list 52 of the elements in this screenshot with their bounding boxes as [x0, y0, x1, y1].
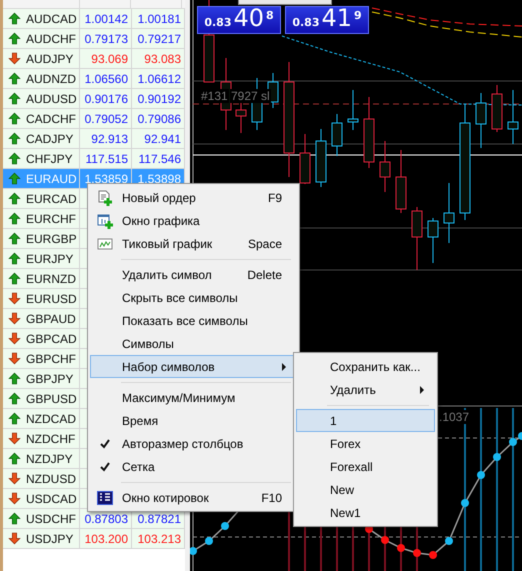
- symbol-name: EURCAD: [26, 192, 77, 206]
- symbol-name: USDJPY: [26, 532, 74, 546]
- symbol-name: EURNZD: [26, 272, 76, 286]
- order-label: #131: [200, 89, 229, 103]
- bid-price: 1.53859: [84, 172, 128, 186]
- level-label: .1037: [438, 410, 470, 424]
- bid-price: 0.79173: [84, 32, 128, 46]
- ask-price: 103.213: [138, 532, 181, 546]
- symbol-name: GBPUSD: [26, 392, 77, 406]
- ask-price: 0.79086: [138, 112, 181, 126]
- symbol-name: EURJPY: [26, 252, 74, 266]
- bid-price: 93.069: [91, 52, 128, 66]
- ask-price: 117.546: [138, 152, 181, 166]
- ask-price: 1.00181: [138, 12, 181, 26]
- symbol-name: EURGBP: [26, 232, 77, 246]
- symbol-name: NZDJPY: [26, 452, 73, 466]
- symbol-name: AUDJPY: [26, 52, 74, 66]
- symbol-name: CHFJPY: [26, 152, 73, 166]
- bid-price: 0.90176: [84, 92, 128, 106]
- symbol-name: EURUSD: [26, 292, 77, 306]
- ask-price: 0.87821: [138, 512, 181, 526]
- ask-price: 0.90192: [138, 92, 181, 106]
- order-label: 7927 sl: [230, 89, 271, 103]
- symbol-name: GBPCAD: [26, 332, 77, 346]
- bid-price: 117.515: [86, 152, 128, 166]
- symbol-name: AUDCHF: [26, 32, 76, 46]
- bid-price: 0.79052: [84, 112, 128, 126]
- ask-price: 93.083: [144, 52, 181, 66]
- symbol-name: GBPJPY: [26, 372, 74, 386]
- symbol-name: NZDUSD: [26, 472, 76, 486]
- symbol-name: EURCHF: [26, 212, 76, 226]
- symbol-name: AUDNZD: [26, 72, 76, 86]
- symbol-name: NZDCAD: [26, 412, 76, 426]
- symbol-name: AUDUSD: [26, 92, 77, 106]
- symbol-name: NZDCHF: [26, 432, 76, 446]
- bid-price: 92.913: [91, 132, 128, 146]
- ask-price: 0.79217: [138, 32, 181, 46]
- symbol-name: CADCHF: [26, 112, 76, 126]
- bid-price: 1.06560: [84, 72, 128, 86]
- ask-price: 1.53898: [138, 172, 181, 186]
- bid-price: 0.87803: [84, 512, 128, 526]
- ask-price: 92.941: [144, 132, 181, 146]
- symbol-name: CADJPY: [26, 132, 74, 146]
- ask-price: 1.06612: [138, 72, 181, 86]
- symbol-name: USDCHF: [26, 512, 76, 526]
- bid-price: 103.200: [84, 532, 128, 546]
- symbol-name: GBPCHF: [26, 352, 76, 366]
- symbol-name: GBPAUD: [26, 312, 76, 326]
- bid-price: 1.00142: [84, 12, 128, 26]
- symbol-name: EURAUD: [26, 172, 77, 186]
- symbol-name: USDCAD: [26, 492, 77, 506]
- symbol-name: AUDCAD: [26, 12, 77, 26]
